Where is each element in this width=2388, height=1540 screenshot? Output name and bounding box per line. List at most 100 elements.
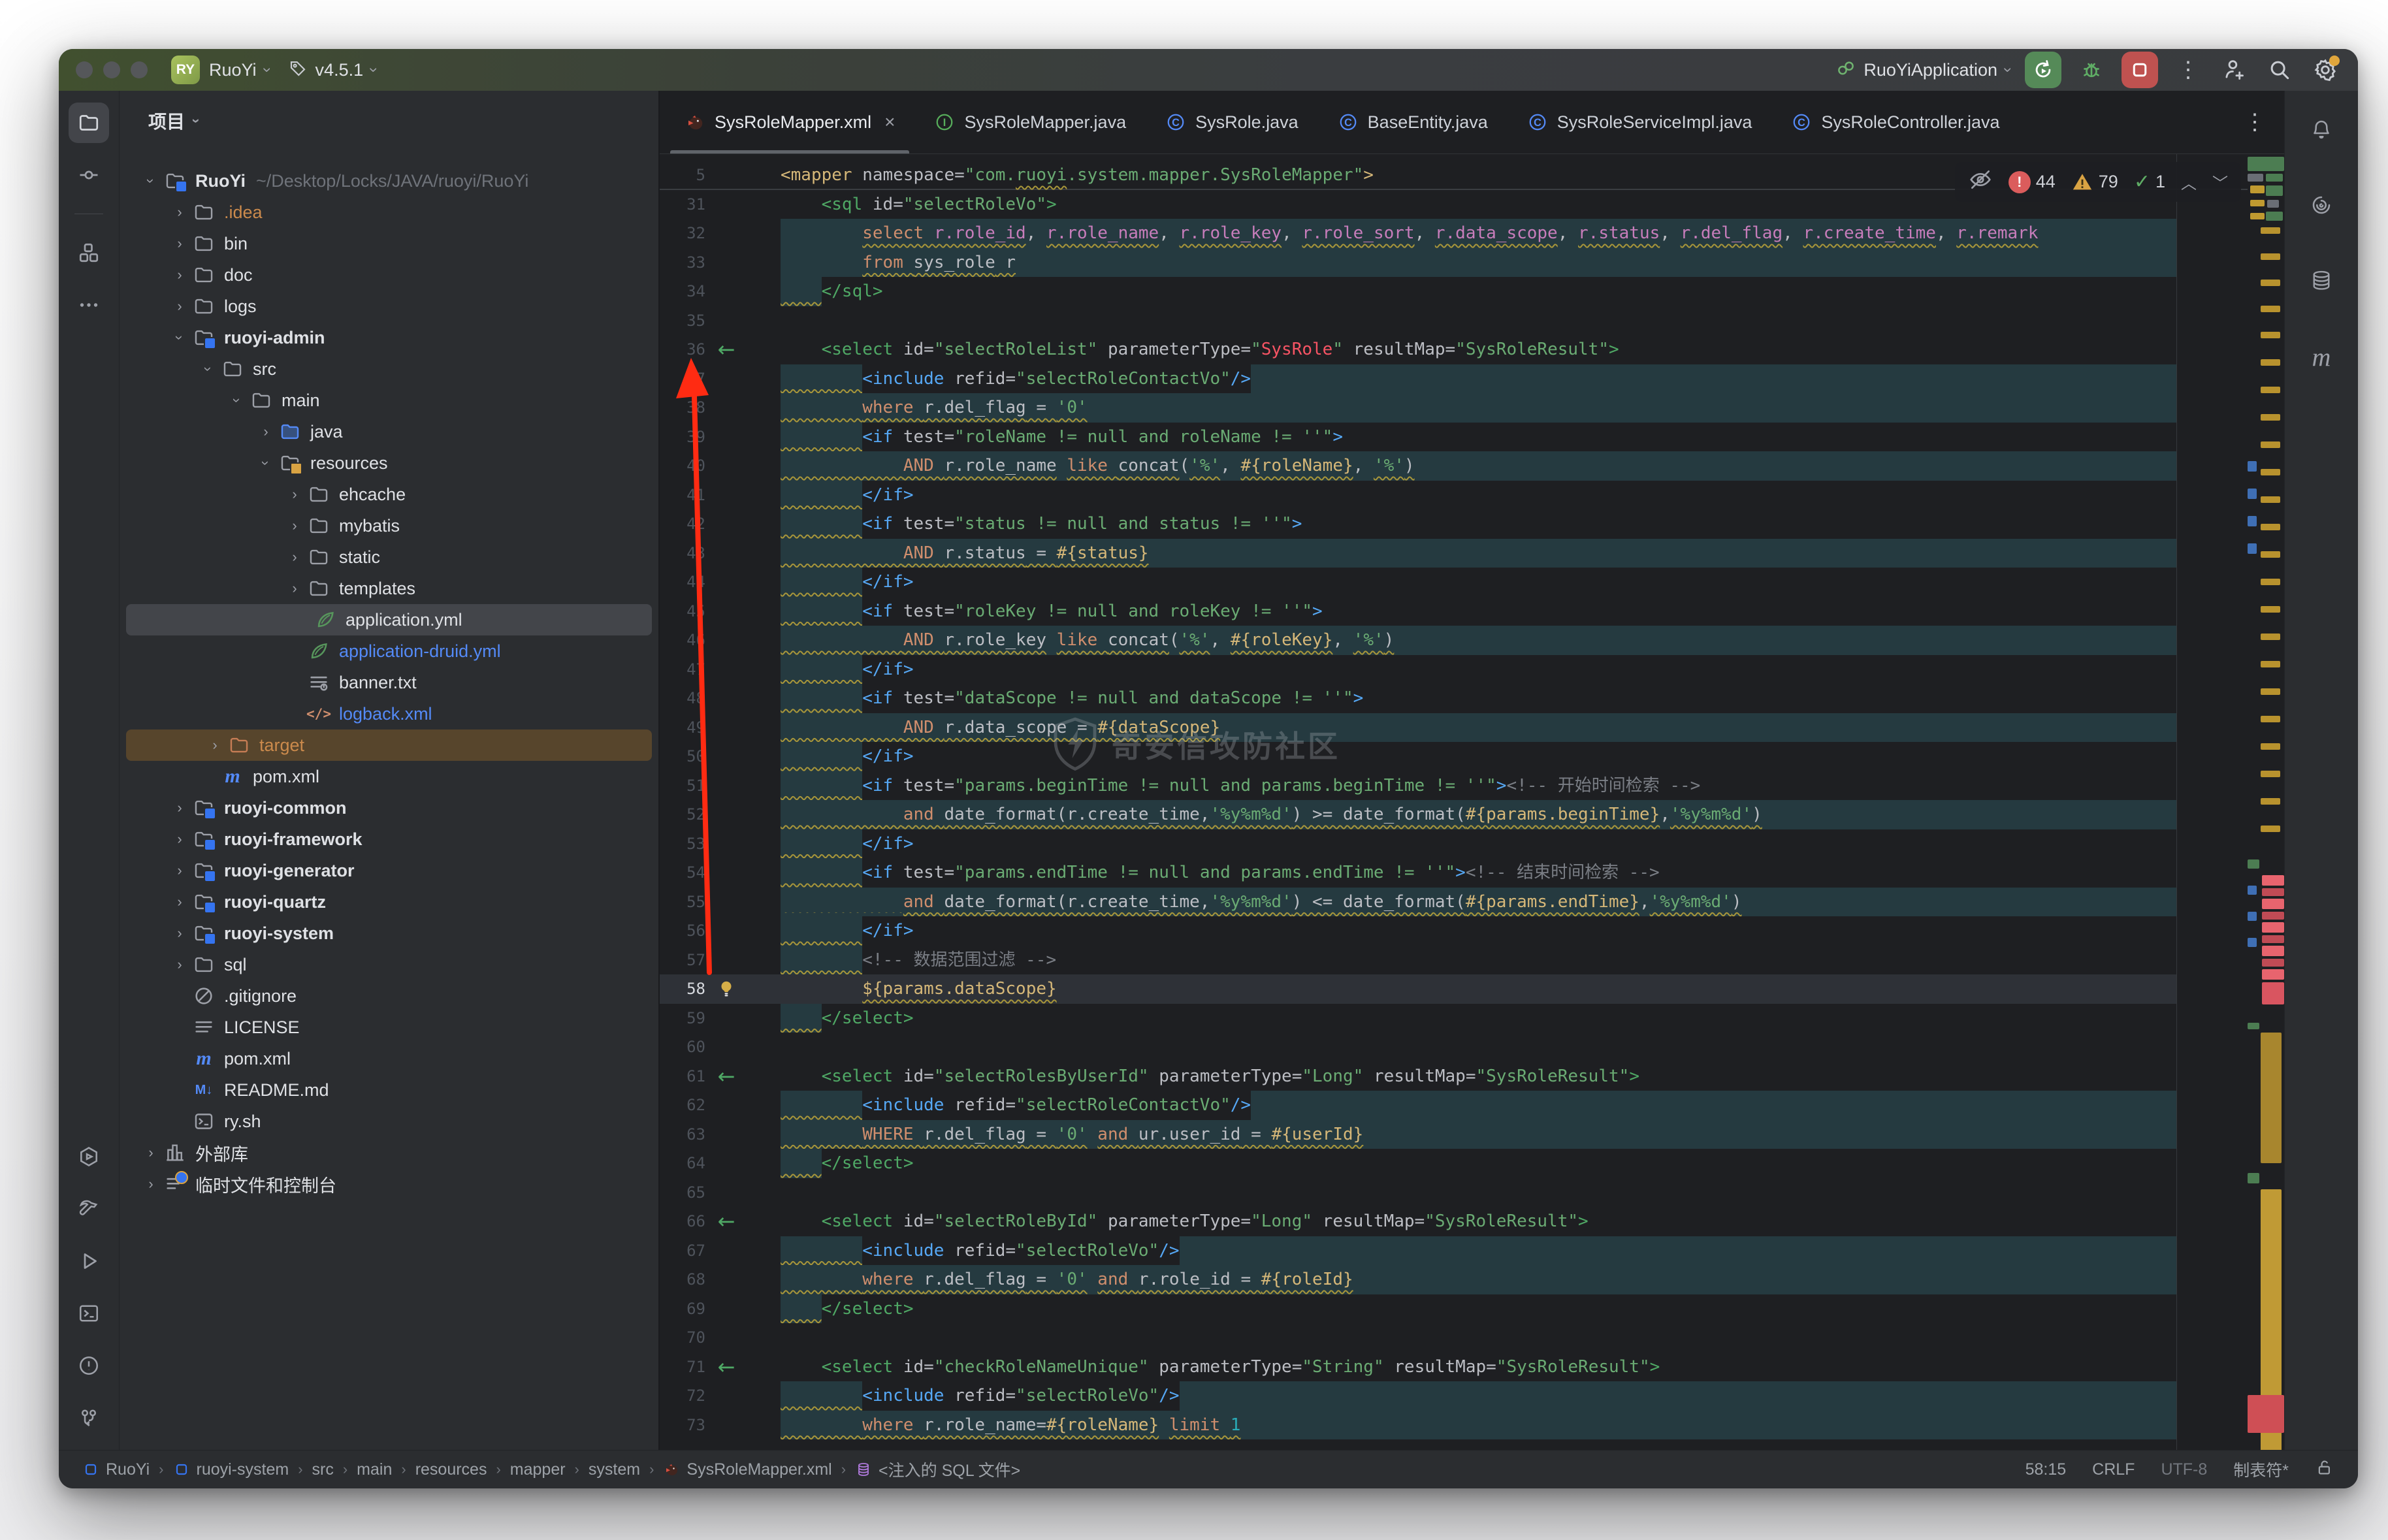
tree-item-ruoyi-system[interactable]: ›ruoyi-system [120, 918, 658, 949]
code-line-72[interactable]: 72 <include refid="selectRoleVo"/> [660, 1381, 2284, 1411]
grammar-count[interactable]: ✓1 [2134, 170, 2165, 193]
code-line-38[interactable]: 38 where r.del_flag = '0' [660, 393, 2284, 423]
line-number[interactable]: 68 [660, 1270, 705, 1289]
code-text[interactable]: <select id="selectRolesByUserId" paramet… [781, 1062, 2176, 1091]
code-line-60[interactable]: 60 [660, 1033, 2284, 1062]
tree-item-ruoyi-admin[interactable]: ›ruoyi-admin [120, 322, 658, 353]
code-text[interactable]: from sys_role r [781, 248, 2176, 278]
line-number[interactable]: 58 [660, 980, 705, 998]
project-tool-button[interactable] [69, 103, 109, 143]
code-text[interactable]: </if> [781, 742, 2176, 771]
tree-chevron-icon[interactable]: › [168, 862, 191, 879]
line-number[interactable]: 43 [660, 544, 705, 562]
line-number[interactable]: 70 [660, 1328, 705, 1347]
line-number[interactable]: 38 [660, 398, 705, 417]
breadcrumb-system[interactable]: system [589, 1460, 640, 1479]
code-text[interactable]: and date_format(r.create_time,'%y%m%d') … [781, 888, 2176, 917]
highlight-off-icon[interactable] [1968, 167, 1993, 197]
code-line-43[interactable]: 43 AND r.status = #{status} [660, 539, 2284, 568]
code-text[interactable]: <if test="roleKey != null and roleKey !=… [781, 597, 2176, 626]
breadcrumb-src[interactable]: src [312, 1460, 334, 1479]
line-number[interactable]: 73 [660, 1416, 705, 1434]
breadcrumb-<注入的 SQL 文件>[interactable]: <注入的 SQL 文件> [855, 1458, 1020, 1481]
code-line-62[interactable]: 62 <include refid="selectRoleContactVo"/… [660, 1091, 2284, 1120]
line-number[interactable]: 64 [660, 1154, 705, 1172]
more-actions-button[interactable]: ⋮ [2172, 52, 2204, 88]
code-line-66[interactable]: 66← <select id="selectRoleById" paramete… [660, 1207, 2284, 1236]
tree-chevron-icon[interactable]: › [283, 486, 306, 503]
tree-item-templates[interactable]: ›templates [120, 573, 658, 604]
line-number[interactable]: 32 [660, 224, 705, 242]
tree-chevron-icon[interactable]: › [168, 831, 191, 848]
goto-declaration-arrow-icon[interactable]: ← [705, 1064, 747, 1089]
line-number[interactable]: 65 [660, 1183, 705, 1202]
code-text[interactable]: where r.del_flag = '0' and r.role_id = #… [781, 1265, 2176, 1294]
code-text[interactable] [781, 1178, 2176, 1208]
more-tool-windows-button[interactable] [69, 285, 109, 325]
code-line-37[interactable]: 37 <include refid="selectRoleContactVo"/… [660, 364, 2284, 394]
code-line-48[interactable]: 48 <if test="dataScope != null and dataS… [660, 684, 2284, 713]
git-tool-button[interactable] [69, 1398, 109, 1438]
code-text[interactable]: AND r.status = #{status} [781, 539, 2176, 568]
lock-icon[interactable] [2315, 1458, 2334, 1482]
error-count[interactable]: !44 [2009, 171, 2056, 193]
ai-assistant-button[interactable] [2301, 185, 2342, 225]
tree-item-ehcache[interactable]: ›ehcache [120, 479, 658, 510]
code-line-54[interactable]: 54 <if test="params.endTime != null and … [660, 858, 2284, 888]
line-number[interactable]: 53 [660, 835, 705, 853]
line-number[interactable]: 46 [660, 631, 705, 649]
tree-item-ruoyi-framework[interactable]: ›ruoyi-framework [120, 824, 658, 855]
code-text[interactable]: AND r.role_name like concat('%', #{roleN… [781, 451, 2176, 481]
tree-item-application.yml[interactable]: application.yml [126, 604, 652, 635]
tree-item-临时文件和控制台[interactable]: ›临时文件和控制台 [120, 1168, 658, 1200]
code-line-58[interactable]: 58 ${params.dataScope} [660, 974, 2284, 1004]
line-number[interactable]: 72 [660, 1387, 705, 1405]
tree-item-logback.xml[interactable]: </>logback.xml [120, 698, 658, 730]
tree-chevron-icon[interactable]: › [139, 172, 163, 189]
inspection-widget[interactable]: !44 79 ✓1 ︿ ﹀ [1955, 162, 2241, 202]
tree-chevron-icon[interactable]: › [168, 266, 191, 283]
tree-item-main[interactable]: ›main [120, 385, 658, 416]
goto-declaration-arrow-icon[interactable]: ← [705, 1209, 747, 1234]
tree-item-java[interactable]: ›java [120, 416, 658, 447]
tree-item-mybatis[interactable]: ›mybatis [120, 510, 658, 541]
code-line-55[interactable]: 55 and date_format(r.create_time,'%y%m%d… [660, 888, 2284, 917]
tree-chevron-icon[interactable]: › [139, 1176, 163, 1193]
tree-chevron-icon[interactable]: › [139, 1144, 163, 1161]
tab-SysRoleMapper.java[interactable]: ISysRoleMapper.java [914, 91, 1146, 153]
tab-options-button[interactable]: ⋮ [2225, 91, 2284, 153]
code-text[interactable]: </if> [781, 481, 2176, 510]
line-number[interactable]: 47 [660, 660, 705, 679]
tree-item-ruoyi-quartz[interactable]: ›ruoyi-quartz [120, 886, 658, 918]
intention-bulb-icon[interactable] [705, 979, 747, 999]
breadcrumb-SysRoleMapper.xml[interactable]: SysRoleMapper.xml [663, 1460, 831, 1479]
tree-item-ruoyi-common[interactable]: ›ruoyi-common [120, 792, 658, 824]
code-text[interactable]: </select> [781, 1004, 2176, 1033]
tree-item-外部库[interactable]: ›外部库 [120, 1137, 658, 1168]
notifications-button[interactable] [2301, 109, 2342, 150]
tree-chevron-icon[interactable]: › [168, 956, 191, 973]
code-line-46[interactable]: 46 AND r.role_key like concat('%', #{rol… [660, 626, 2284, 655]
code-text[interactable]: ${params.dataScope} [781, 974, 2176, 1004]
code-line-61[interactable]: 61← <select id="selectRolesByUserId" par… [660, 1062, 2284, 1091]
code-text[interactable]: <if test="params.beginTime != null and p… [781, 771, 2176, 801]
code-text[interactable]: </if> [781, 829, 2176, 859]
tree-item-src[interactable]: ›src [120, 353, 658, 385]
code-text[interactable]: WHERE r.del_flag = '0' and ur.user_id = … [781, 1120, 2176, 1149]
project-panel-header[interactable]: 项目 › [120, 91, 658, 151]
code-line-67[interactable]: 67 <include refid="selectRoleVo"/> [660, 1236, 2284, 1266]
file-encoding[interactable]: UTF-8 [2161, 1460, 2207, 1479]
project-avatar[interactable]: RY [171, 56, 200, 84]
tree-item-ry.sh[interactable]: ry.sh [120, 1106, 658, 1137]
code-text[interactable]: </sql> [781, 277, 2176, 306]
line-number[interactable]: 31 [660, 195, 705, 214]
minimize-window-icon[interactable] [103, 61, 120, 78]
line-number[interactable]: 40 [660, 457, 705, 475]
tree-chevron-icon[interactable]: › [168, 893, 191, 910]
tree-item-LICENSE[interactable]: LICENSE [120, 1012, 658, 1043]
tree-chevron-icon[interactable]: › [225, 392, 249, 409]
line-number[interactable]: 41 [660, 486, 705, 504]
line-number[interactable]: 34 [660, 282, 705, 300]
goto-declaration-arrow-icon[interactable]: ← [705, 337, 747, 362]
problems-tool-button[interactable] [69, 1345, 109, 1386]
